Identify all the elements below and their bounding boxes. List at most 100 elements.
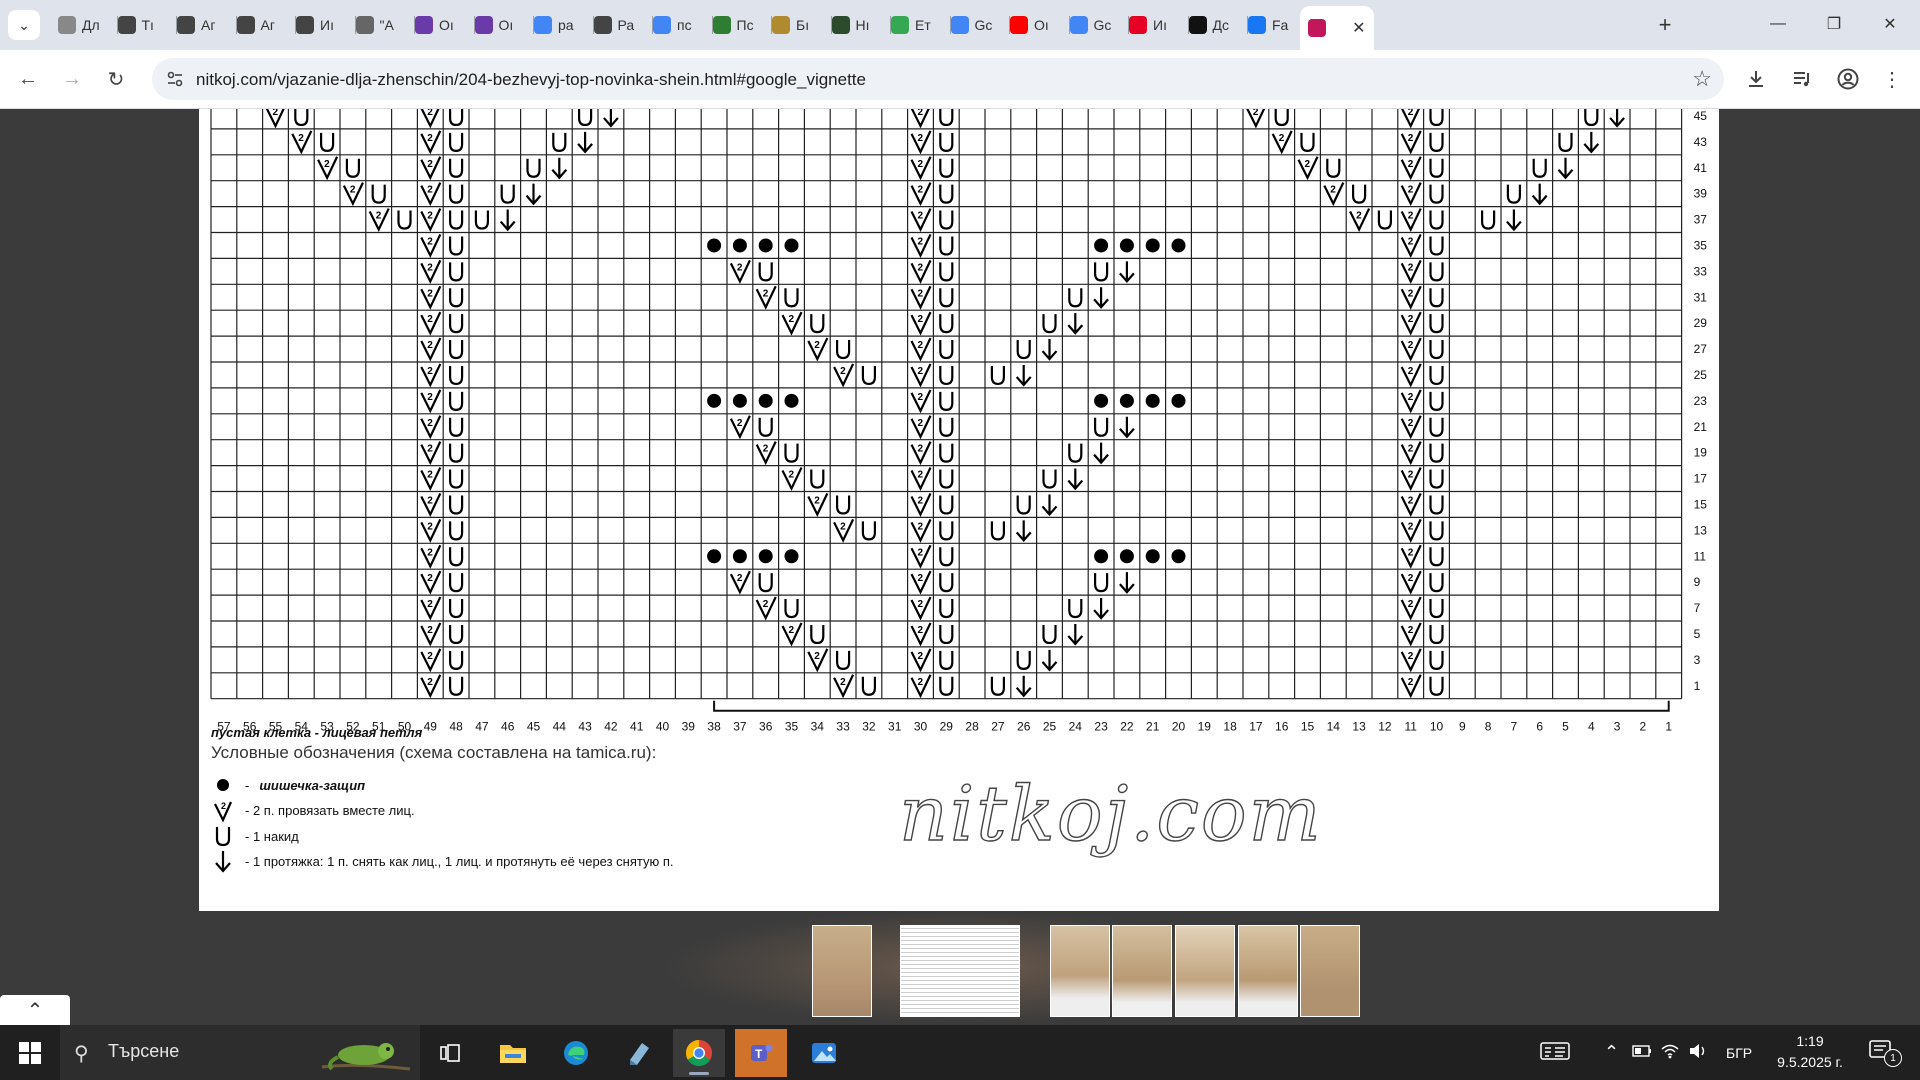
- taskbar-search[interactable]: ⚲ Търсене: [60, 1025, 420, 1080]
- tab[interactable]: "А: [348, 6, 415, 44]
- k2tog-number: 2: [789, 314, 795, 325]
- gallery-thumbnail[interactable]: [812, 925, 872, 1017]
- back-button[interactable]: ←: [12, 63, 44, 95]
- tab[interactable]: Аг: [229, 6, 296, 44]
- gallery-thumbnail-chart[interactable]: [900, 925, 1020, 1017]
- k2tog-number: 2: [1408, 314, 1414, 325]
- k2tog-number: 2: [1408, 495, 1414, 506]
- bobble-symbol: [1145, 238, 1160, 253]
- volume-icon[interactable]: [1688, 1043, 1708, 1063]
- tab[interactable]: Оı: [1002, 6, 1070, 44]
- bobble-symbol: [1145, 549, 1160, 564]
- repeat-bracket: [713, 700, 1670, 712]
- wifi-icon[interactable]: [1660, 1043, 1680, 1063]
- tab[interactable]: Gс: [1062, 6, 1129, 44]
- notification-center[interactable]: 1: [1868, 1039, 1902, 1070]
- chevron-up-icon[interactable]: ⌃: [1604, 1042, 1619, 1063]
- taskbar-app-notes[interactable]: [613, 1029, 665, 1077]
- address-bar[interactable]: nitkoj.com/vjazanie-dlja-zhenschin/204-b…: [152, 58, 1724, 100]
- url-text[interactable]: nitkoj.com/vjazanie-dlja-zhenschin/204-b…: [196, 70, 866, 90]
- column-number: 27: [991, 720, 1005, 734]
- bookmark-star-icon[interactable]: ☆: [1692, 66, 1712, 92]
- tab[interactable]: Ра: [586, 6, 653, 44]
- taskbar-teams[interactable]: T: [735, 1029, 787, 1077]
- column-number: 36: [759, 720, 773, 734]
- tab[interactable]: Пс: [705, 6, 772, 44]
- k2tog-number: 2: [918, 418, 924, 429]
- gallery-thumbnail[interactable]: [1300, 925, 1360, 1017]
- legend-title: Условные обозначения (схема составлена н…: [211, 743, 657, 762]
- yarn-over-symbol: [861, 676, 876, 696]
- globe-icon: [177, 16, 195, 34]
- minimize-button[interactable]: —: [1750, 0, 1806, 48]
- yarn-over-symbol: [294, 109, 309, 127]
- column-number: 6: [1536, 720, 1543, 734]
- taskbar-edge[interactable]: [550, 1029, 602, 1077]
- gallery-thumbnail[interactable]: [1175, 925, 1235, 1017]
- tab[interactable]: Gс: [943, 6, 1010, 44]
- taskbar-photos[interactable]: [798, 1029, 850, 1077]
- amazon-icon: [1188, 16, 1207, 34]
- clock[interactable]: 1:19 9.5.2025 г.: [1770, 1031, 1850, 1073]
- tab[interactable]: Fa: [1240, 6, 1308, 44]
- tab[interactable]: Оı: [467, 6, 534, 44]
- k2tog-number: 2: [427, 211, 433, 222]
- tab[interactable]: Дл: [50, 6, 118, 44]
- column-number: 3: [1614, 720, 1621, 734]
- row-number: 35: [1694, 238, 1708, 252]
- close-tab-icon[interactable]: ✕: [1352, 18, 1365, 38]
- site-info-icon[interactable]: [164, 68, 186, 90]
- download-icon[interactable]: [1740, 63, 1772, 95]
- yarn-over-symbol: [449, 495, 464, 515]
- tab[interactable]: Оı: [407, 6, 475, 44]
- task-view-button[interactable]: [424, 1029, 476, 1077]
- taskbar-file-explorer[interactable]: [487, 1029, 539, 1077]
- k2tog-number: 2: [737, 573, 743, 584]
- tab[interactable]: Дс: [1181, 6, 1248, 44]
- tab-search-button[interactable]: ⌄: [8, 10, 40, 40]
- tab[interactable]: Нı: [824, 6, 891, 44]
- yarn-over-symbol: [526, 158, 541, 178]
- tab[interactable]: Иı: [1121, 6, 1189, 44]
- restore-button[interactable]: ❐: [1806, 0, 1862, 48]
- tab[interactable]: Иı: [288, 6, 356, 44]
- tab[interactable]: Бı: [764, 6, 832, 44]
- tab[interactable]: Ет: [883, 6, 951, 44]
- media-controls-icon[interactable]: [1786, 63, 1818, 95]
- new-tab-button[interactable]: +: [1650, 10, 1680, 40]
- k2tog-number: 2: [427, 133, 433, 144]
- bobble-symbol: [758, 549, 773, 564]
- yarn-over-symbol: [1042, 314, 1057, 334]
- bobble-symbol: [1171, 549, 1186, 564]
- yarn-over-symbol: [1016, 650, 1031, 670]
- tab[interactable]: ра: [526, 6, 594, 44]
- k2tog-number: 2: [1408, 418, 1414, 429]
- battery-icon[interactable]: [1632, 1044, 1652, 1062]
- column-number: 43: [578, 720, 592, 734]
- profile-icon[interactable]: [1832, 63, 1864, 95]
- crest-icon: [772, 16, 790, 34]
- gallery-thumbnail[interactable]: [1238, 925, 1298, 1017]
- taskbar-chrome[interactable]: [673, 1029, 725, 1077]
- start-button[interactable]: [8, 1033, 52, 1073]
- scroll-up-button[interactable]: ⌃: [0, 995, 70, 1025]
- yarn-over-symbol: [758, 573, 773, 593]
- gallery-thumbnail[interactable]: [1050, 925, 1110, 1017]
- yarn-over-symbol: [1429, 573, 1444, 593]
- reload-button[interactable]: ↻: [100, 63, 132, 95]
- language-indicator[interactable]: БГР: [1726, 1045, 1752, 1061]
- tab[interactable]: Аг: [169, 6, 237, 44]
- tab[interactable]: Тı: [110, 6, 177, 44]
- gallery-thumbnail[interactable]: [1112, 925, 1172, 1017]
- bobble-symbol: [1094, 238, 1109, 253]
- forward-button[interactable]: →: [56, 63, 88, 95]
- bobble-icon: [211, 773, 235, 797]
- tab[interactable]: пс: [645, 6, 713, 44]
- tab-active[interactable]: ✕: [1299, 6, 1374, 50]
- yarn-over-symbol: [1532, 158, 1547, 178]
- close-window-button[interactable]: ✕: [1862, 0, 1918, 48]
- ime-icon[interactable]: [1540, 1041, 1570, 1065]
- column-number: 38: [707, 720, 721, 734]
- google-icon: [534, 16, 552, 34]
- menu-icon[interactable]: ⋮: [1876, 63, 1908, 95]
